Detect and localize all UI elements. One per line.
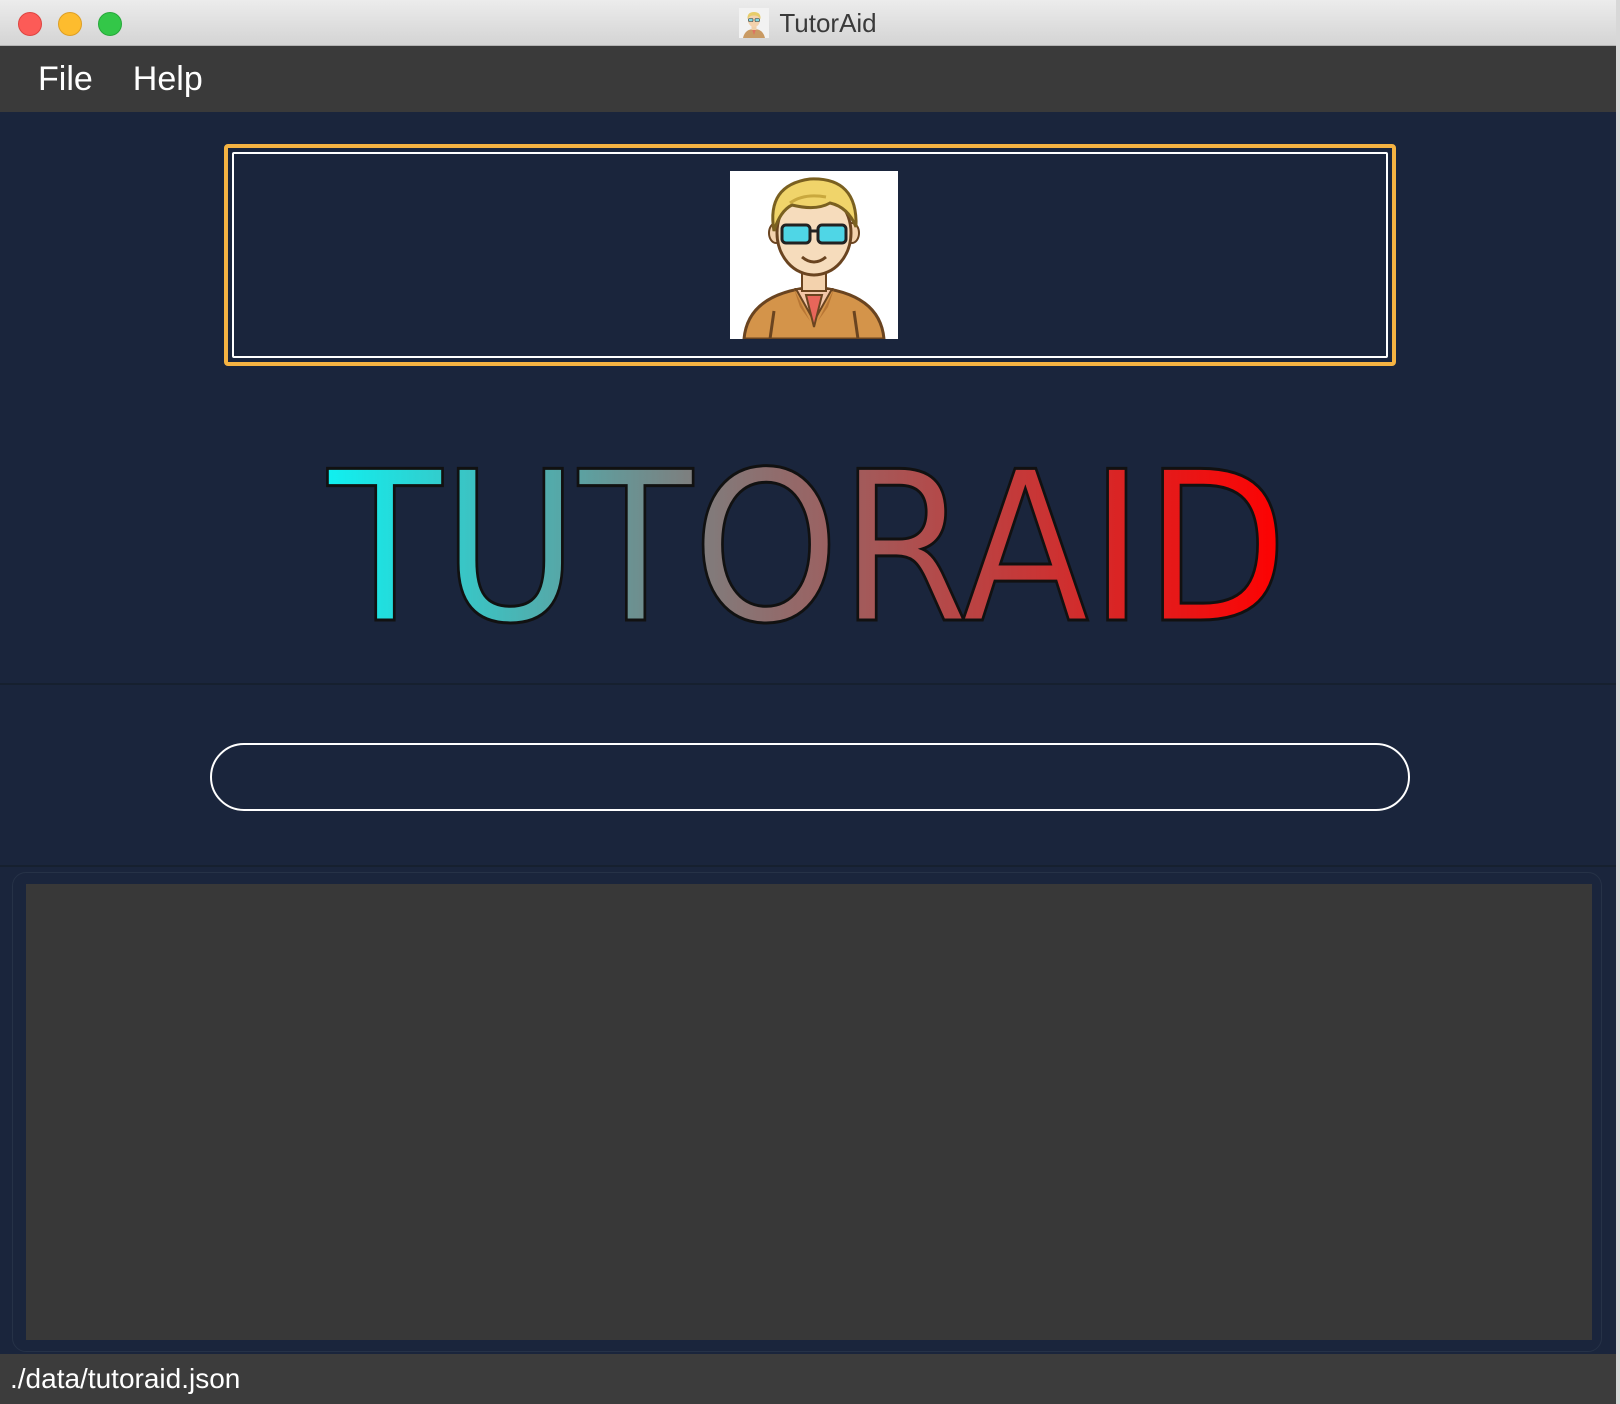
menu-bar: File Help <box>0 46 1616 112</box>
title-bar[interactable]: TutorAid <box>0 0 1616 46</box>
command-input[interactable] <box>240 755 1380 799</box>
header-banner <box>224 144 1396 366</box>
window-title: TutorAid <box>779 7 877 38</box>
status-bar: ./data/tutoraid.json <box>0 1354 1616 1404</box>
tutor-avatar-icon <box>730 171 898 339</box>
menu-file[interactable]: File <box>38 60 93 99</box>
app-window: TutorAid File Help TUTORAID ./data/tutor… <box>0 0 1620 1404</box>
section-divider <box>0 865 1616 867</box>
command-box[interactable] <box>210 743 1410 811</box>
menu-help[interactable]: Help <box>133 60 203 99</box>
result-display[interactable] <box>26 884 1592 1340</box>
tutor-avatar-icon <box>739 8 770 38</box>
logo-text: TUTORAID <box>327 430 1288 660</box>
save-location: ./data/tutoraid.json <box>10 1363 241 1394</box>
section-divider <box>0 683 1616 685</box>
app-logo: TUTORAID <box>326 430 1290 660</box>
